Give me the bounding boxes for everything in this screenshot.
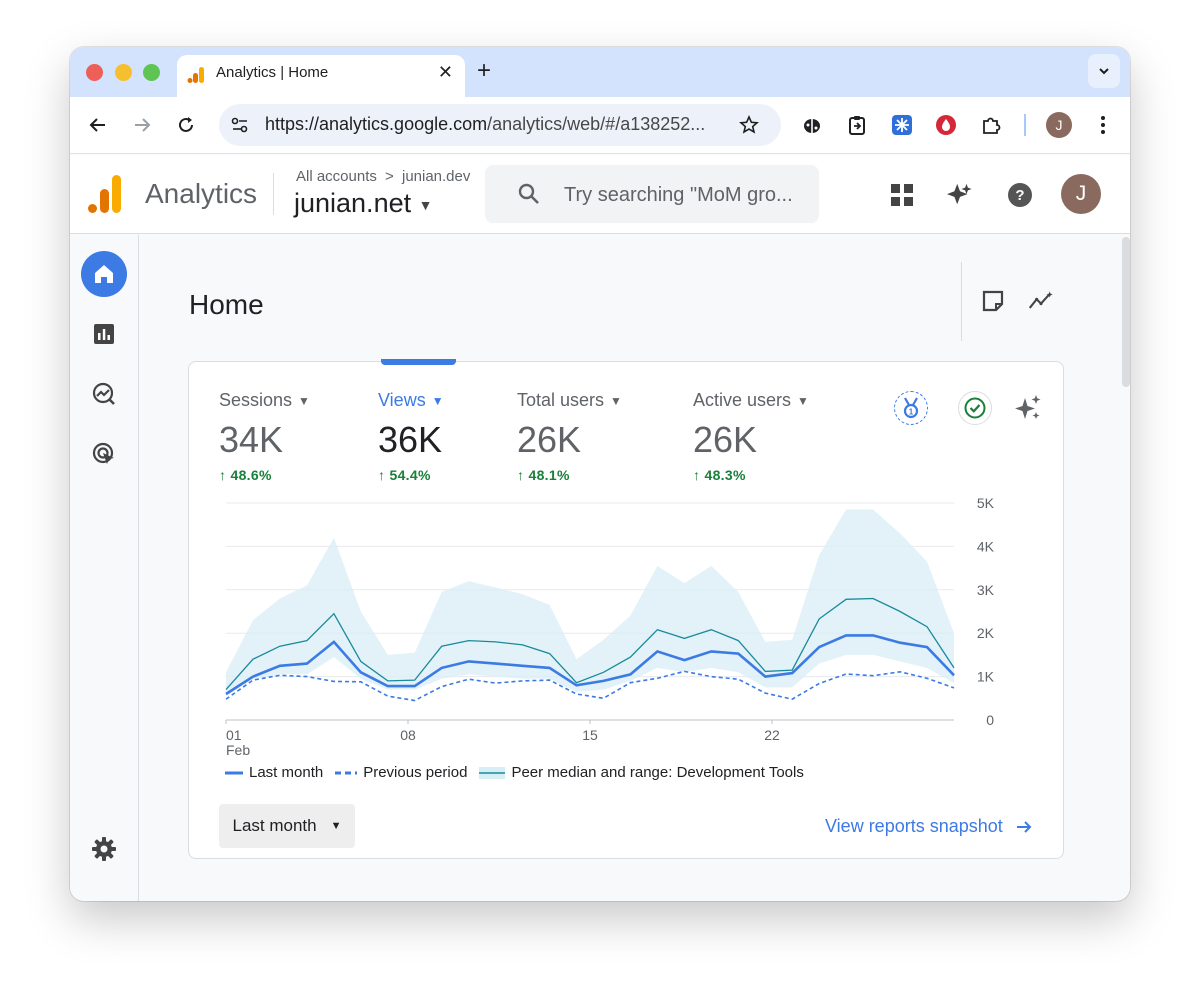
home-icon xyxy=(95,265,113,283)
maximize-window-button[interactable] xyxy=(143,64,160,81)
y-tick-label: 5K xyxy=(977,495,995,511)
bookmark-star-icon[interactable] xyxy=(739,115,759,135)
legend-label: Previous period xyxy=(363,764,468,781)
header-divider xyxy=(273,173,274,215)
y-tick-label: 3K xyxy=(977,582,995,598)
target-cursor-icon xyxy=(92,442,114,464)
search-icon xyxy=(518,183,539,204)
minimize-window-button[interactable] xyxy=(115,64,132,81)
left-nav xyxy=(70,235,139,901)
date-range-dropdown[interactable]: Last month ▼ xyxy=(219,804,355,848)
url-path: /analytics/web/#/a138252... xyxy=(487,114,706,134)
analytics-logo-icon xyxy=(88,175,121,213)
x-month-label: Feb xyxy=(226,742,250,758)
tab-search-button[interactable] xyxy=(1088,54,1120,88)
new-tab-button[interactable]: + xyxy=(477,57,491,85)
x-tick-label: 15 xyxy=(582,727,598,743)
overview-card: Sessions ▼ 34K ↑ 48.6% Views ▼ 36K ↑ 54.4%… xyxy=(188,359,1064,859)
nav-home[interactable] xyxy=(81,251,127,297)
chart-legend: Last month Previous period Peer median a… xyxy=(225,764,816,781)
title-divider xyxy=(961,262,962,341)
x-tick-label: 08 xyxy=(400,727,416,743)
property-selector[interactable]: junian.net ▼ xyxy=(294,188,432,219)
legend-last-month: Last month xyxy=(225,764,323,781)
more-menu-icon[interactable] xyxy=(1091,113,1115,137)
x-tick-label: 01 xyxy=(226,727,242,743)
page-title: Home xyxy=(189,289,264,320)
analytics-header: Analytics All accounts > junian.dev juni… xyxy=(70,155,1130,234)
analytics-favicon-icon xyxy=(187,67,204,83)
y-tick-label: 0 xyxy=(986,712,994,728)
browser-tab-analytics[interactable]: Analytics | Home ✕ xyxy=(177,55,465,97)
y-tick-label: 1K xyxy=(977,669,995,685)
breadcrumb-account[interactable]: junian.dev xyxy=(402,168,470,185)
nav-advertising[interactable] xyxy=(81,431,127,477)
dashed-line-swatch-icon xyxy=(335,771,358,774)
svg-text:?: ? xyxy=(1015,187,1024,204)
close-tab-icon[interactable]: ✕ xyxy=(438,62,453,83)
legend-label: Peer median and range: Development Tools xyxy=(511,764,804,781)
account-avatar[interactable]: J xyxy=(1061,174,1101,214)
browser-window: Analytics | Home ✕ + https://analytics.g… xyxy=(70,47,1130,901)
insights-trend-icon[interactable] xyxy=(1028,288,1054,314)
extension-ladybug-icon[interactable] xyxy=(800,113,824,137)
help-icon[interactable]: ? xyxy=(1007,182,1033,208)
extension-drop-icon[interactable] xyxy=(934,113,958,137)
url-host: https://analytics.google.com xyxy=(265,114,488,134)
address-bar[interactable]: https://analytics.google.com/analytics/w… xyxy=(219,104,781,146)
product-name: Analytics xyxy=(145,178,258,209)
forward-icon[interactable] xyxy=(130,113,154,137)
extensions-puzzle-icon[interactable] xyxy=(979,113,1003,137)
view-reports-snapshot-link[interactable]: View reports snapshot xyxy=(825,816,1033,837)
nav-admin[interactable] xyxy=(81,826,127,872)
peer-range-band xyxy=(226,509,954,697)
extension-snowflake-icon[interactable] xyxy=(890,113,914,137)
tab-title: Analytics | Home xyxy=(216,64,329,81)
breadcrumb[interactable]: All accounts > junian.dev xyxy=(296,168,470,185)
breadcrumb-separator: > xyxy=(385,168,394,185)
explore-trend-icon xyxy=(92,382,115,405)
nav-reports[interactable] xyxy=(81,311,127,357)
gear-icon xyxy=(92,837,116,861)
search-placeholder: Try searching "MoM gro... xyxy=(564,184,793,206)
apps-grid-icon[interactable] xyxy=(889,182,915,208)
solid-line-swatch-icon xyxy=(225,771,243,774)
sparkle-insights-icon[interactable] xyxy=(947,182,973,208)
tab-strip: Analytics | Home ✕ + xyxy=(70,47,1130,97)
snapshot-link-label: View reports snapshot xyxy=(825,816,1003,836)
page-scrollbar[interactable] xyxy=(1122,237,1130,387)
legend-previous-period: Previous period xyxy=(335,764,467,781)
site-settings-icon[interactable] xyxy=(231,116,249,134)
date-range-label: Last month xyxy=(232,816,317,835)
back-icon[interactable] xyxy=(86,113,110,137)
toolbar-divider xyxy=(1024,114,1026,136)
close-window-button[interactable] xyxy=(86,64,103,81)
nav-explore[interactable] xyxy=(81,371,127,417)
legend-label: Last month xyxy=(249,764,324,781)
y-tick-label: 2K xyxy=(977,625,995,641)
x-tick-label: 22 xyxy=(764,727,780,743)
dropdown-caret-icon: ▼ xyxy=(330,820,342,832)
url-text: https://analytics.google.com/analytics/w… xyxy=(265,114,705,135)
views-line-chart: 0 1K 2K 3K 4K 5K 01 08 15 22 Feb xyxy=(225,495,995,758)
caret-down-icon: ▼ xyxy=(418,196,433,213)
arrow-right-icon xyxy=(1016,820,1032,833)
y-tick-label: 4K xyxy=(977,538,995,554)
browser-toolbar: https://analytics.google.com/analytics/w… xyxy=(70,97,1130,154)
profile-avatar[interactable]: J xyxy=(1046,112,1072,138)
reload-icon[interactable] xyxy=(174,113,198,137)
extension-clipboard-icon[interactable] xyxy=(845,113,869,137)
breadcrumb-all-accounts[interactable]: All accounts xyxy=(296,168,377,185)
property-name: junian.net xyxy=(294,188,412,218)
note-icon[interactable] xyxy=(980,288,1006,314)
band-swatch-icon xyxy=(479,766,506,779)
search-input[interactable]: Try searching "MoM gro... xyxy=(485,165,819,223)
bar-chart-icon xyxy=(94,324,114,344)
chevron-down-icon xyxy=(1099,68,1109,75)
legend-peer-range: Peer median and range: Development Tools xyxy=(479,764,804,781)
